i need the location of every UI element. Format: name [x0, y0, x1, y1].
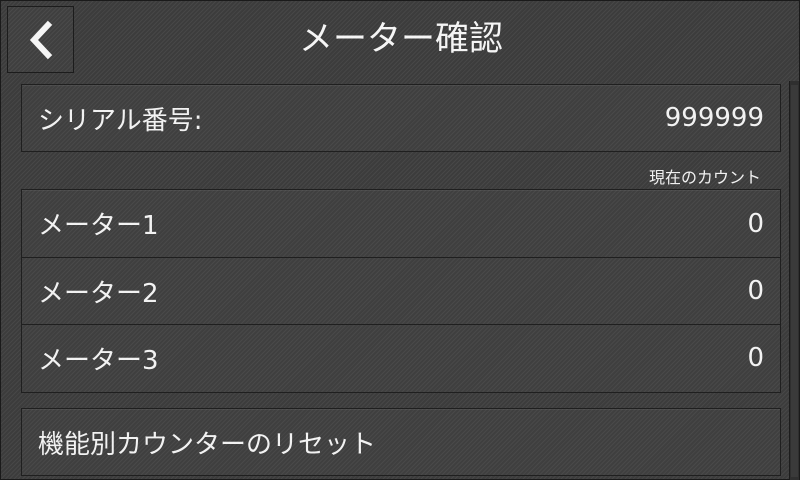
meter-value: 0 [747, 276, 764, 306]
serial-number-label: シリアル番号: [38, 105, 203, 136]
chevron-left-icon [29, 20, 52, 59]
meter-row: メーター1 0 [22, 190, 780, 257]
meter-row: メーター3 0 [22, 324, 780, 391]
back-button[interactable] [7, 6, 74, 73]
meter-label: メーター1 [38, 211, 159, 241]
meter-label: メーター2 [38, 278, 159, 309]
reset-function-counters-button[interactable]: 機能別カウンターのリセット [21, 408, 781, 476]
page-title: メーター確認 [299, 19, 503, 59]
meter-value: 0 [747, 343, 764, 373]
serial-number-row: シリアル番号: 999999 [22, 85, 780, 151]
header: メーター確認 [1, 1, 800, 79]
meter-label: メーター3 [38, 345, 159, 376]
reset-label: 機能別カウンターのリセット [38, 429, 377, 460]
reset-row: 機能別カウンターのリセット [22, 409, 780, 475]
scrollbar[interactable] [789, 81, 799, 480]
meter-check-screen: メーター確認 シリアル番号: 999999 現在のカウント メーター1 0 メー… [0, 0, 800, 480]
meter-value: 0 [747, 208, 764, 239]
meter-list: メーター1 0 メーター2 0 メーター3 0 [21, 189, 781, 393]
serial-number-value: 999999 [664, 103, 764, 133]
current-count-caption: 現在のカウント [648, 168, 761, 187]
scrollbar-thumb[interactable] [791, 85, 798, 477]
serial-number-panel: シリアル番号: 999999 [21, 84, 781, 152]
meter-row: メーター2 0 [22, 257, 780, 324]
